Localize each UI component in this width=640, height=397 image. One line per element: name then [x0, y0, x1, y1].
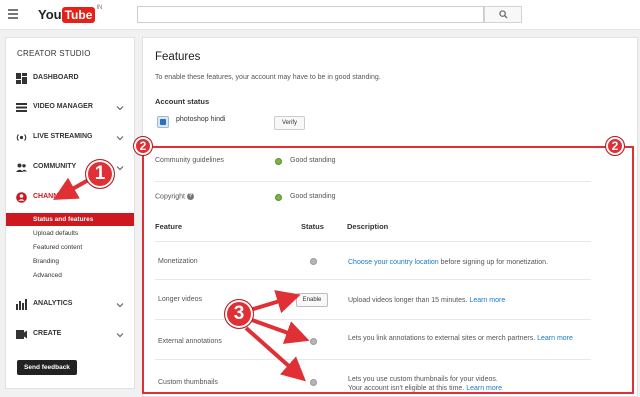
sidebar-subitem-advanced[interactable]: Advanced — [6, 269, 134, 282]
chevron-down-icon[interactable] — [116, 104, 124, 112]
dashboard-icon — [16, 73, 27, 84]
annotation-badge-1: 1 — [85, 159, 115, 189]
send-feedback-button[interactable]: Send feedback — [17, 360, 77, 375]
sidebar-item-video-manager[interactable]: VIDEO MANAGER — [6, 101, 134, 115]
sidebar-title: CREATOR STUDIO — [17, 49, 91, 58]
sidebar-item-label: VIDEO MANAGER — [33, 103, 93, 110]
account-name: photoshop hindi — [176, 116, 226, 123]
annotation-highlight-box — [142, 146, 634, 394]
sidebar-item-live-streaming[interactable]: LIVE STREAMING — [6, 131, 134, 145]
video-manager-icon — [16, 103, 27, 112]
chevron-down-icon[interactable] — [116, 164, 124, 172]
annotation-badge-2-right: 2 — [605, 136, 625, 156]
analytics-icon — [16, 299, 27, 310]
sidebar-item-channel[interactable]: CHANNEL — [6, 191, 134, 205]
avatar — [157, 116, 169, 128]
sidebar-item-analytics[interactable]: ANALYTICS — [6, 298, 134, 312]
chevron-down-icon[interactable] — [116, 331, 124, 339]
sidebar-item-label: CHANNEL — [33, 193, 68, 200]
chevron-down-icon[interactable] — [116, 134, 124, 142]
sidebar-item-create[interactable]: CREATE — [6, 328, 134, 342]
live-streaming-icon — [16, 134, 27, 141]
verify-button[interactable]: Verify — [274, 116, 305, 130]
logo-tube-text: Tube — [61, 7, 96, 23]
menu-icon[interactable] — [8, 9, 18, 19]
sidebar-subitem-upload-defaults[interactable]: Upload defaults — [6, 227, 134, 240]
sidebar-item-label: LIVE STREAMING — [33, 133, 93, 140]
search-button[interactable] — [484, 6, 522, 23]
community-icon — [16, 163, 27, 172]
sidebar: CREATOR STUDIO DASHBOARD VIDEO MANAGER L… — [5, 37, 135, 389]
create-icon — [16, 330, 27, 339]
intro-text: To enable these features, your account m… — [155, 74, 381, 81]
sidebar-subitem-status-and-features[interactable]: Status and features — [6, 213, 134, 226]
sidebar-subitem-branding[interactable]: Branding — [6, 255, 134, 268]
logo-you-text: You — [38, 7, 62, 22]
sidebar-item-dashboard[interactable]: DASHBOARD — [6, 72, 134, 86]
chevron-down-icon[interactable] — [116, 301, 124, 309]
annotation-badge-2-left: 2 — [133, 136, 153, 156]
channel-icon — [16, 192, 27, 203]
sidebar-item-label: ANALYTICS — [33, 300, 73, 307]
page-title: Features — [155, 51, 201, 63]
sidebar-item-label: DASHBOARD — [33, 74, 79, 81]
sidebar-subitem-featured-content[interactable]: Featured content — [6, 241, 134, 254]
search-input[interactable] — [137, 6, 484, 23]
sidebar-item-label: COMMUNITY — [33, 163, 77, 170]
top-bar: You Tube IN — [0, 0, 640, 30]
youtube-logo[interactable]: You Tube IN — [38, 5, 103, 23]
logo-region: IN — [96, 5, 103, 11]
annotation-badge-3: 3 — [224, 299, 254, 329]
sidebar-item-label: CREATE — [33, 330, 62, 337]
account-status-heading: Account status — [155, 97, 210, 106]
search-icon — [499, 10, 508, 19]
